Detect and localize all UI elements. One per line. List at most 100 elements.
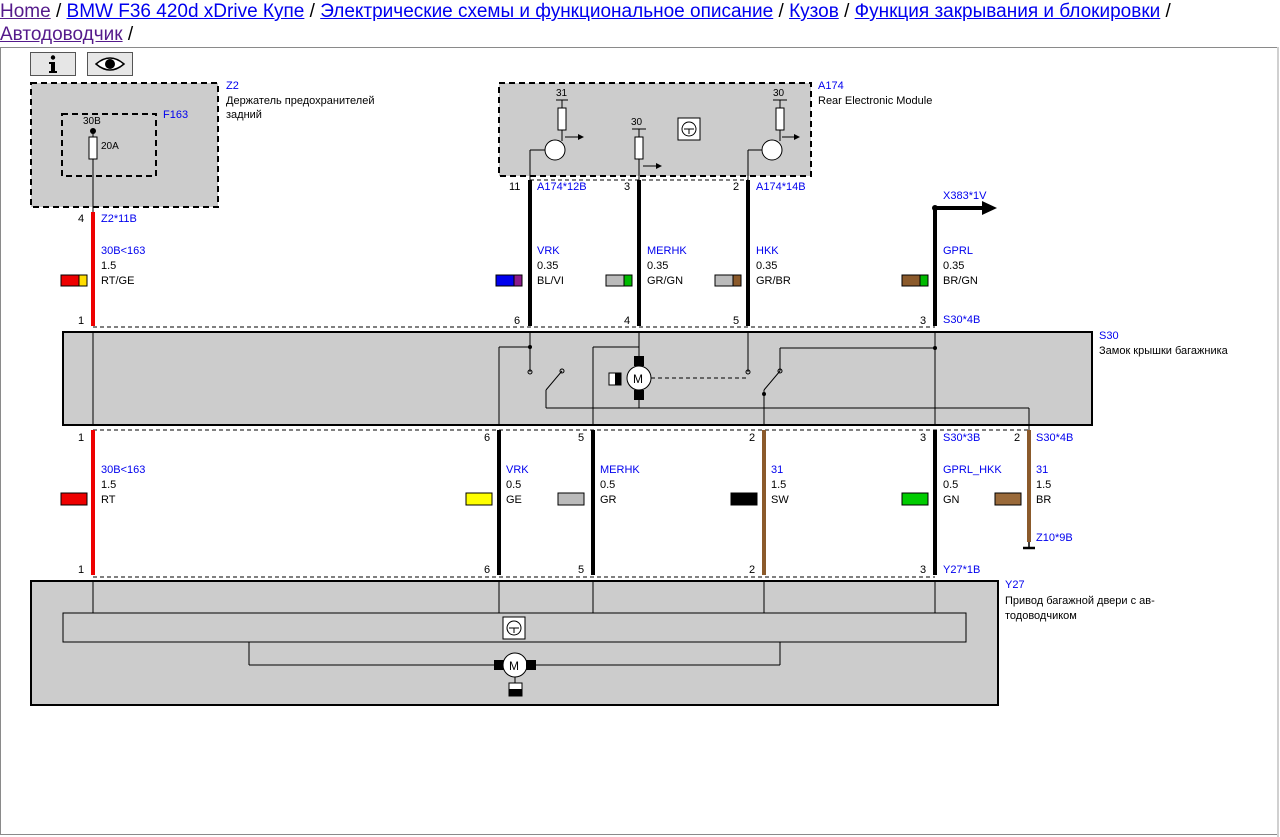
y27-id-label[interactable]: Y27 <box>1005 579 1025 591</box>
pin-label: 6 <box>484 432 490 444</box>
wire-size-label: 0.35 <box>756 260 777 272</box>
wire-size-label: 0.35 <box>647 260 668 272</box>
wire-size-label: 0.35 <box>537 260 558 272</box>
connector-z10-9b[interactable]: Z10*9B <box>1036 532 1073 544</box>
connector-s30-4b[interactable]: S30*4B <box>943 314 980 326</box>
motor-symbol: M <box>633 372 643 386</box>
pin-label: 2 <box>1014 432 1020 444</box>
wire-color-swatch <box>901 274 921 287</box>
z2-name-label: Держатель предохранителей <box>226 95 374 107</box>
f163-id-label[interactable]: F163 <box>163 109 188 121</box>
wire-color-label: SW <box>771 494 789 506</box>
transistor-icon <box>761 139 783 161</box>
resistor-icon <box>557 107 567 131</box>
wiring-diagram: 30B 20A F163 Z2 Держатель предохранителе… <box>30 80 1229 706</box>
connector-x383-1v[interactable]: X383*1V <box>943 190 987 202</box>
wire-color-swatch <box>994 492 1022 506</box>
wire-color-swatch <box>60 274 80 287</box>
connector-y27-1b[interactable]: Y27*1B <box>943 564 980 576</box>
wire-name-label[interactable]: GPRL_HKK <box>943 464 1002 476</box>
wire-color-swatch <box>714 274 734 287</box>
wire-name-label[interactable]: 30B<163 <box>101 464 145 476</box>
wire-size-label: 1.5 <box>771 479 786 491</box>
pin-label: 3 <box>624 181 630 193</box>
wire-name-label[interactable]: VRK <box>537 245 560 257</box>
pin-label: 6 <box>484 564 490 576</box>
wire-color-swatch <box>60 492 88 506</box>
wire-color-swatch <box>465 492 493 506</box>
pin-label: 4 <box>624 315 630 327</box>
z2-id-label[interactable]: Z2 <box>226 80 239 92</box>
wire-name-label[interactable]: GPRL <box>943 245 973 257</box>
wire-color-label: RT/GE <box>101 275 134 287</box>
wire-name-label[interactable]: MERHK <box>600 464 640 476</box>
pin-label: 5 <box>733 315 739 327</box>
transistor-icon <box>544 139 566 161</box>
pin-label: 4 <box>78 213 84 225</box>
wire-color-swatch <box>730 492 758 506</box>
pin-label: 11 <box>509 181 520 193</box>
a174-terminal-30b: 30 <box>773 88 785 99</box>
y27-name-label: Привод багажной двери с ав- <box>1005 595 1155 607</box>
wire-color-label: BR/GN <box>943 275 978 287</box>
wire-color-label: GR <box>600 494 617 506</box>
pin-label: 5 <box>578 432 584 444</box>
fuse-icon <box>88 136 98 160</box>
pin-label: 1 <box>78 315 84 327</box>
pin-label: 3 <box>920 315 926 327</box>
wire-size-label: 0.5 <box>506 479 521 491</box>
resistor-icon <box>775 107 785 131</box>
a174-terminal-30a: 30 <box>631 117 643 128</box>
wire-size-label: 0.5 <box>600 479 615 491</box>
connector-s30-3b[interactable]: S30*3B <box>943 432 980 444</box>
motor-symbol: M <box>509 659 519 673</box>
wire-size-label: 0.5 <box>943 479 958 491</box>
wire-name-label[interactable]: VRK <box>506 464 529 476</box>
wire-color-label: BR <box>1036 494 1051 506</box>
f163-rating-label: 20A <box>101 141 119 152</box>
connector-s30-4b-bottom[interactable]: S30*4B <box>1036 432 1073 444</box>
arrow-right-icon <box>982 201 997 215</box>
a174-id-label[interactable]: A174 <box>818 80 844 92</box>
resistor-icon <box>634 136 644 160</box>
wire-color-label: GN <box>943 494 960 506</box>
wire-size-label: 1.5 <box>1036 479 1051 491</box>
pin-label: 6 <box>514 315 520 327</box>
connector-a174-12b[interactable]: A174*12B <box>537 181 587 193</box>
wire-color-label: GE <box>506 494 522 506</box>
wire-color-label: BL/VI <box>537 275 564 287</box>
pin-label: 2 <box>733 181 739 193</box>
s30-trunk-lock-box <box>62 331 1093 426</box>
connector-z2-11b[interactable]: Z2*11B <box>101 213 137 225</box>
pin-label: 3 <box>920 432 926 444</box>
f163-terminal-label: 30B <box>83 116 101 127</box>
wire-color-swatch <box>605 274 625 287</box>
wire-name-label[interactable]: 31 <box>771 464 783 476</box>
y27-name-label-2: тодоводчиком <box>1005 610 1077 622</box>
wire-color-swatch <box>901 492 929 506</box>
z2-name-label-2: задний <box>226 109 262 121</box>
wire-name-label[interactable]: 31 <box>1036 464 1048 476</box>
s30-id-label[interactable]: S30 <box>1099 330 1119 342</box>
pin-label: 2 <box>749 564 755 576</box>
wire-name-label[interactable]: HKK <box>756 245 779 257</box>
wire-name-label[interactable]: 30B<163 <box>101 245 145 257</box>
pin-label: 3 <box>920 564 926 576</box>
pin-label: 1 <box>78 564 84 576</box>
s30-name-label: Замок крышки багажника <box>1099 345 1229 357</box>
wire-color-swatch <box>495 274 515 287</box>
wire-name-label[interactable]: MERHK <box>647 245 687 257</box>
wire-size-label: 1.5 <box>101 260 116 272</box>
pin-label: 2 <box>749 432 755 444</box>
a174-module-box <box>498 82 812 177</box>
wire-size-label: 0.35 <box>943 260 964 272</box>
pin-label: 5 <box>578 564 584 576</box>
a174-terminal-31: 31 <box>556 88 568 99</box>
wire-color-label: RT <box>101 494 116 506</box>
wire-color-label: GR/GN <box>647 275 683 287</box>
wire-color-label: GR/BR <box>756 275 791 287</box>
connector-a174-14b[interactable]: A174*14B <box>756 181 806 193</box>
a174-name-label: Rear Electronic Module <box>818 95 932 107</box>
wire-size-label: 1.5 <box>101 479 116 491</box>
pin-label: 1 <box>78 432 84 444</box>
